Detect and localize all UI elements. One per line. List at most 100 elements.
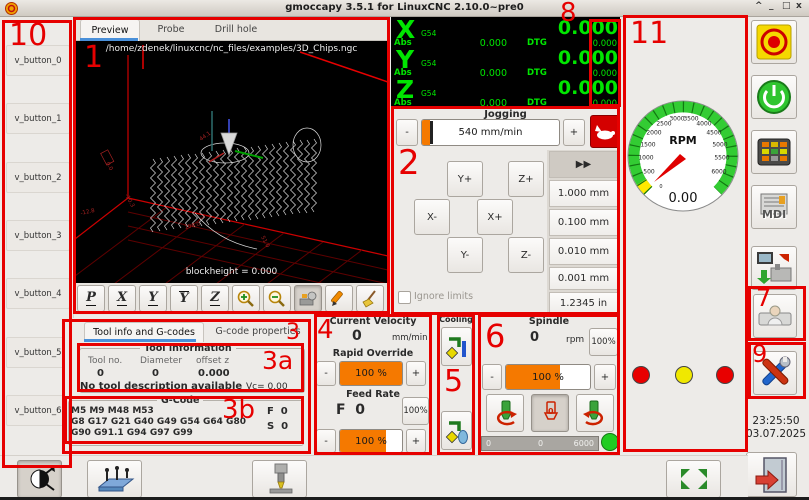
shade-button[interactable]: ^ bbox=[755, 1, 763, 11]
sidebar-v-button-4[interactable]: v_button_4 bbox=[6, 278, 70, 309]
ignore-limits-checkbox[interactable] bbox=[398, 291, 411, 304]
feed-plus-button[interactable]: + bbox=[406, 429, 426, 453]
jog-fast-toggle-button[interactable] bbox=[590, 115, 620, 148]
spindle-ccw-button[interactable] bbox=[486, 394, 524, 432]
sidebar-v-button-1[interactable]: v_button_1 bbox=[6, 103, 70, 134]
zoom-out-button[interactable] bbox=[263, 285, 291, 312]
increment-1mm-button[interactable]: 1.000 mm bbox=[549, 180, 618, 207]
dro-panel[interactable]: X G54 0.000 Abs 0.000 DTG 0.000 Y G54 0.… bbox=[391, 17, 620, 107]
svg-text:108.0: 108.0 bbox=[184, 221, 201, 231]
settings-button[interactable] bbox=[753, 351, 797, 395]
gcode-line-3: G90 G91.1 G94 G97 G99 bbox=[71, 428, 193, 438]
coord-system: G54 bbox=[421, 29, 436, 38]
sidebar-v-button-3[interactable]: v_button_3 bbox=[6, 220, 70, 251]
touch-off-button[interactable] bbox=[17, 460, 62, 498]
view-x-button[interactable]: X bbox=[108, 285, 136, 312]
fullscreen-button[interactable] bbox=[666, 460, 721, 498]
diameter-value: 0 bbox=[152, 368, 159, 379]
jog-speed-plus-button[interactable]: + bbox=[563, 119, 585, 146]
tool-measure-button[interactable] bbox=[252, 460, 307, 498]
gauge-tick-label: 4000 bbox=[696, 121, 711, 128]
status-led-right bbox=[716, 366, 734, 384]
jog-continuous-button[interactable]: ▶▶ bbox=[549, 151, 618, 178]
gauge-tick-label: 500 bbox=[643, 169, 654, 176]
quit-button[interactable] bbox=[746, 452, 797, 497]
axis-main-value: 0.000 bbox=[495, 77, 618, 99]
view-z-button[interactable]: Z bbox=[201, 285, 229, 312]
jog-z-plus-button[interactable]: Z+ bbox=[508, 161, 544, 197]
gremlin-3d-preview[interactable]: 44.1 108.0 51.0 -12.8 -10.3 0.0 /home/zd… bbox=[75, 41, 388, 283]
jog-x-minus-button[interactable]: X- bbox=[414, 199, 450, 235]
svg-text:-10.3: -10.3 bbox=[123, 193, 135, 209]
block-height-button[interactable] bbox=[87, 460, 142, 498]
spindle-cw-button[interactable] bbox=[576, 394, 614, 432]
increment-0001mm-button[interactable]: 0.001 mm bbox=[549, 267, 618, 290]
power-icon bbox=[755, 78, 793, 116]
zoom-in-button[interactable] bbox=[232, 285, 260, 312]
auto-mode-button[interactable] bbox=[751, 246, 797, 290]
increment-inch-button[interactable]: 1.2345 in bbox=[549, 292, 618, 314]
toggle-dimensions-button[interactable] bbox=[294, 285, 322, 312]
spindle-plus-button[interactable]: + bbox=[594, 364, 616, 390]
view-y2-button[interactable]: Y bbox=[170, 285, 198, 312]
jog-speed-slider[interactable]: 540 mm/min bbox=[421, 119, 560, 146]
view-y-button[interactable]: Y bbox=[139, 285, 167, 312]
sidebar-v-button-6[interactable]: v_button_6 bbox=[6, 395, 70, 426]
rapid-minus-button[interactable]: - bbox=[316, 361, 336, 386]
spindle-minus-button[interactable]: - bbox=[482, 364, 502, 390]
pencil-icon bbox=[329, 289, 349, 309]
maximize-button[interactable]: □ bbox=[782, 1, 791, 11]
manual-mode-button[interactable] bbox=[751, 130, 797, 174]
spindle-stop-button[interactable]: 0 bbox=[531, 394, 569, 432]
machine-on-button[interactable] bbox=[751, 75, 797, 119]
mist-coolant-button[interactable] bbox=[441, 327, 472, 366]
close-button[interactable]: x bbox=[796, 1, 802, 11]
user-tabs-button[interactable] bbox=[753, 294, 797, 338]
spindle-reset-button[interactable]: 100% bbox=[589, 328, 618, 356]
increment-001mm-button[interactable]: 0.010 mm bbox=[549, 238, 618, 265]
sidebar-v-button-5[interactable]: v_button_5 bbox=[6, 337, 70, 368]
feed-minus-button[interactable]: - bbox=[316, 429, 336, 453]
flood-icon bbox=[445, 415, 469, 447]
spindle-override-slider[interactable]: 100 % bbox=[505, 364, 591, 390]
diameter-header: Diameter bbox=[140, 356, 182, 366]
edit-gcode-button[interactable] bbox=[325, 285, 353, 312]
tab-probe[interactable]: Probe bbox=[146, 19, 196, 40]
view-perspective-button[interactable]: P bbox=[77, 285, 105, 312]
jog-y-plus-button[interactable]: Y+ bbox=[447, 161, 483, 197]
cooling-title: Cooling bbox=[437, 315, 475, 324]
tab-gcode-properties[interactable]: G-code properties bbox=[208, 322, 308, 341]
spindle-override-value: 100 % bbox=[506, 365, 590, 389]
touch-plate-icon bbox=[95, 463, 135, 495]
mdi-mode-button[interactable]: MDI bbox=[751, 185, 797, 229]
sidebar-v-button-0[interactable]: v_button_0 bbox=[6, 45, 70, 76]
tool-description: No tool description available bbox=[80, 381, 242, 392]
tool-notebook: Tool info and G-codes G-code properties … bbox=[62, 318, 312, 455]
rapid-override-slider[interactable]: 100 % bbox=[339, 361, 403, 386]
gauge-tick-label: 3000 bbox=[669, 116, 684, 123]
tab-drill-hole[interactable]: Drill hole bbox=[204, 19, 268, 40]
jog-y-minus-button[interactable]: Y- bbox=[447, 237, 483, 273]
axis-main-value: 0.000 bbox=[495, 17, 618, 39]
feed-rate-slider[interactable]: 100 % bbox=[339, 429, 403, 453]
jog-z-minus-button[interactable]: Z- bbox=[508, 237, 544, 273]
exit-door-icon bbox=[754, 456, 790, 494]
mode-button-column: MDI 23:25:5 bbox=[748, 17, 809, 500]
increment-01mm-button[interactable]: 0.100 mm bbox=[549, 209, 618, 236]
flood-coolant-button[interactable] bbox=[441, 411, 472, 450]
sidebar-v-button-2[interactable]: v_button_2 bbox=[6, 162, 70, 193]
spindle-title: Spindle bbox=[478, 316, 620, 327]
clear-plot-button[interactable] bbox=[356, 285, 384, 312]
blockheight-label: blockheight = 0.000 bbox=[75, 267, 388, 277]
dro-row-z: Z G54 0.000 Abs 0.000 DTG 0.000 bbox=[391, 78, 620, 107]
dimensions-icon bbox=[298, 290, 318, 308]
jog-speed-minus-button[interactable]: - bbox=[396, 119, 418, 146]
coord-system: G54 bbox=[421, 89, 436, 98]
rapid-plus-button[interactable]: + bbox=[406, 361, 426, 386]
jog-x-plus-button[interactable]: X+ bbox=[477, 199, 513, 235]
gauge-tick-label: 6000 bbox=[711, 169, 726, 176]
feed-reset-button[interactable]: 100% bbox=[402, 397, 429, 425]
dro-row-y: Y G54 0.000 Abs 0.000 DTG 0.000 bbox=[391, 48, 620, 78]
minimize-button[interactable]: _ bbox=[769, 1, 774, 11]
estop-button[interactable] bbox=[751, 20, 797, 64]
